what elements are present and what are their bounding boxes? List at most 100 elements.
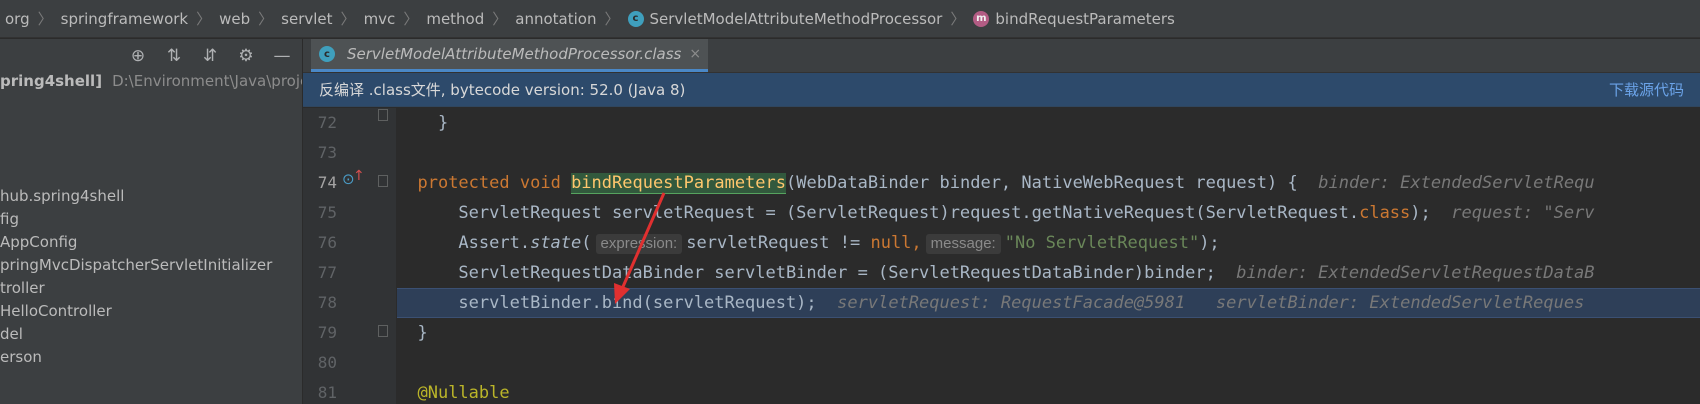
tree-item[interactable]: erson [0,348,42,366]
breadcrumb-class[interactable]: c ServletModelAttributeMethodProcessor [627,9,943,28]
locate-icon[interactable]: ⊕ [128,46,148,66]
inline-debug-value: servletRequest: RequestFacade@5981 [837,293,1186,313]
code-line: } [397,108,1700,138]
breadcrumb-item[interactable]: org [5,10,30,28]
project-root-path: D:\Environment\Java\project\s [112,72,302,90]
inline-debug-value: binder: ExtendedServletRequ [1318,173,1595,193]
parameter-hint: expression: [595,234,683,254]
line-number: 79 [317,323,337,342]
breadcrumb-item[interactable]: method [426,10,484,28]
tree-item[interactable]: hub.spring4shell [0,187,124,205]
line-number: 73 [317,143,337,162]
tab-label: ServletModelAttributeMethodProcessor.cla… [347,45,682,63]
arrow-up-icon: ↑ [353,168,365,184]
breadcrumb-item[interactable]: servlet [281,10,332,28]
chevron-right-icon: 〉 [258,10,274,28]
tree-item[interactable]: HelloController [0,302,112,320]
fold-icon[interactable] [378,325,388,337]
code-line: ServletRequest servletRequest = (Servlet… [397,198,1700,228]
project-toolbar: ⊕ ⇅ ⇵ ⚙ — [0,39,302,72]
breadcrumb-item[interactable]: web [219,10,250,28]
keyword: class [1359,203,1411,223]
keyword: null [870,233,912,253]
breadcrumb-class-label: ServletModelAttributeMethodProcessor [649,9,943,28]
code-text: ); [1199,233,1220,253]
keyword: void [519,173,561,193]
gear-icon[interactable]: ⚙ [236,46,256,66]
code-text: } [417,323,428,343]
hide-icon[interactable]: — [272,46,292,66]
chevron-right-icon: 〉 [950,10,966,28]
code-line: Assert.state(expression: servletRequest !… [397,228,1700,258]
class-icon: c [627,10,644,27]
breadcrumb-method-label: bindRequestParameters [995,9,1175,28]
tree-item[interactable]: pringMvcDispatcherServletInitializer [0,256,272,274]
parameter-hint: message: [925,234,1001,254]
code-text: } [397,113,449,133]
project-root-name: pring4shell] [0,72,103,90]
code-text: , [911,233,922,253]
chevron-right-icon: 〉 [403,10,419,28]
fold-icon[interactable] [378,175,388,187]
inline-debug-value: servletBinder: ExtendedServletReques [1215,293,1585,313]
chevron-right-icon: 〉 [340,10,356,28]
chevron-right-icon: 〉 [37,10,53,28]
collapse-all-icon[interactable]: ⇵ [200,46,220,66]
close-icon[interactable]: × [689,46,701,62]
line-number: 74 [317,173,337,192]
code-text: ( [581,233,592,253]
tree-item[interactable]: del [0,325,23,343]
code-text: ServletRequestDataBinder servletBinder =… [458,263,1216,283]
project-panel: ⊕ ⇅ ⇵ ⚙ — pring4shell] D:\Environment\Jav… [0,39,303,404]
annotation: @Nullable [417,383,510,403]
line-number: 72 [317,113,337,132]
code-editor[interactable]: } protected void bindRequestParameters(W… [397,108,1700,404]
banner-text: 反编译 .class文件, bytecode version: 52.0 (Ja… [319,81,686,99]
code-line: protected void bindRequestParameters(Web… [397,168,1700,198]
method-call: state [530,233,582,253]
line-number: 77 [317,263,337,282]
method-declaration[interactable]: bindRequestParameters [571,173,786,194]
line-number: 75 [317,203,337,222]
code-text: servletBinder.bind(servletRequest); [458,293,817,313]
breadcrumb: org 〉 springframework 〉 web 〉 servlet 〉 … [0,0,1700,38]
inline-debug-value: binder: ExtendedServletRequestDataB [1236,263,1595,283]
line-number: 78 [317,293,337,312]
code-text: Assert. [458,233,531,253]
breadcrumb-item[interactable]: mvc [364,10,396,28]
tree-item[interactable]: troller [0,279,45,297]
string-literal: "No ServletRequest" [1004,233,1200,253]
chevron-right-icon: 〉 [604,10,620,28]
line-number: 80 [317,353,337,372]
code-text: servletRequest != [686,233,871,253]
breadcrumb-method[interactable]: m bindRequestParameters [973,10,1175,28]
expand-all-icon[interactable]: ⇅ [164,46,184,66]
current-execution-line: servletBinder.bind(servletRequest); serv… [397,288,1700,318]
inline-debug-value: request: "Serv [1451,203,1595,223]
class-icon: c [319,46,335,62]
editor-tab[interactable]: c ServletModelAttributeMethodProcessor.c… [311,39,708,72]
chevron-right-icon: 〉 [492,10,508,28]
chevron-right-icon: 〉 [196,10,212,28]
breadcrumb-item[interactable]: annotation [515,10,596,28]
download-sources-link[interactable]: 下载源代码 [1609,79,1684,100]
line-number: 81 [317,383,337,402]
code-line: } [397,318,1700,348]
decompiled-banner: 反编译 .class文件, bytecode version: 52.0 (Ja… [303,73,1700,107]
code-line: ServletRequestDataBinder servletBinder =… [397,258,1700,288]
code-text: ServletRequest servletRequest = (Servlet… [458,203,1360,223]
code-text: (WebDataBinder binder, NativeWebRequest … [786,173,1298,193]
editor-tab-bar: c ServletModelAttributeMethodProcessor.c… [303,39,1700,73]
fold-icon[interactable] [378,109,388,121]
tree-item[interactable]: AppConfig [0,233,77,251]
project-root[interactable]: pring4shell] D:\Environment\Java\project\… [0,72,302,90]
keyword: protected [417,173,510,193]
tree-item[interactable]: fig [0,210,19,228]
line-number: 76 [317,233,337,252]
breadcrumb-item[interactable]: springframework [61,10,188,28]
code-text: ); [1410,203,1431,223]
code-line: @Nullable [397,378,1700,404]
method-icon: m [973,10,990,27]
